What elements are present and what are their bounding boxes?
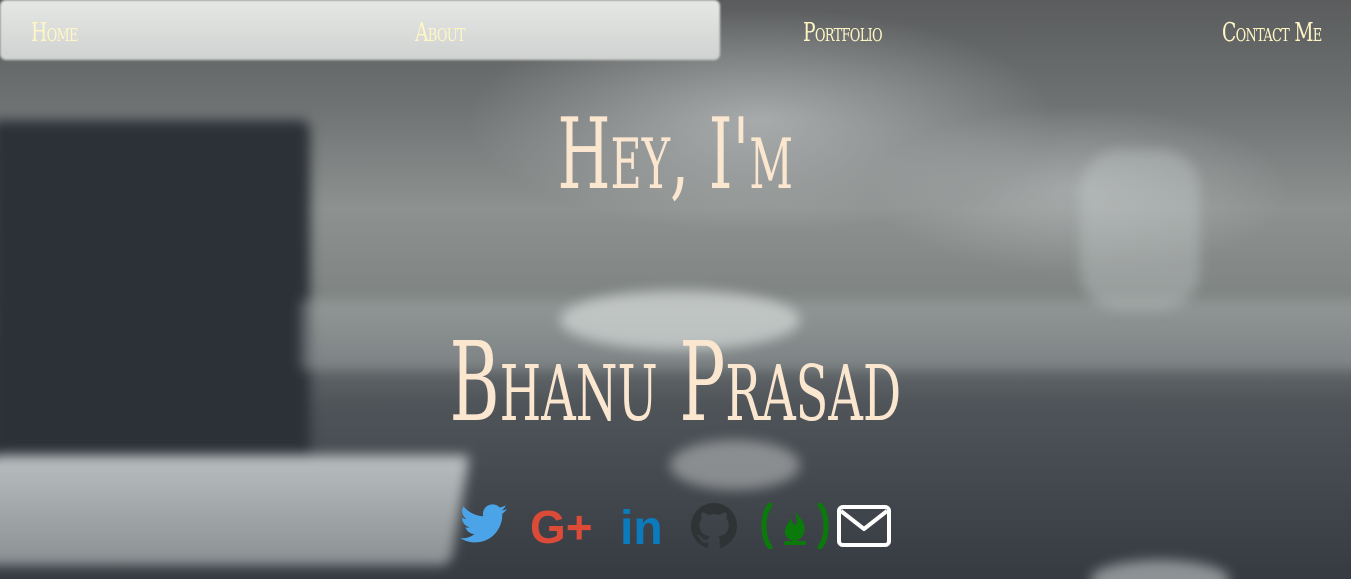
nav-about-link[interactable]: About: [415, 18, 466, 48]
coaster-photo: [670, 440, 800, 490]
twitter-icon: [460, 504, 507, 543]
hero-greeting: Hey, I'm: [557, 98, 794, 212]
hero-background: [0, 0, 1351, 579]
hero-name: Bhanu Prasad: [449, 318, 902, 446]
freecodecamp-link[interactable]: [760, 503, 830, 549]
google-plus-label: G+: [530, 503, 593, 549]
nav-contact-link[interactable]: Contact Me: [1222, 18, 1322, 48]
freecodecamp-icon: [761, 503, 829, 549]
linkedin-link[interactable]: in: [620, 503, 672, 549]
linkedin-label: in: [620, 503, 663, 549]
twitter-link[interactable]: [460, 503, 508, 549]
linkedin-icon: in: [620, 503, 663, 549]
google-plus-link[interactable]: G+: [530, 503, 602, 549]
laptop-base-photo: [0, 455, 470, 565]
github-icon: [691, 503, 737, 548]
mouse-photo: [1090, 560, 1230, 579]
mail-icon: [837, 505, 891, 547]
top-navigation: Home About Portfolio Contact Me: [0, 18, 1351, 62]
nav-portfolio-link[interactable]: Portfolio: [803, 18, 883, 48]
glass-photo: [1080, 150, 1200, 310]
nav-home-link[interactable]: Home: [31, 18, 79, 48]
github-link[interactable]: [690, 503, 738, 549]
google-plus-icon: G+: [530, 503, 593, 549]
mail-link[interactable]: [836, 503, 892, 549]
